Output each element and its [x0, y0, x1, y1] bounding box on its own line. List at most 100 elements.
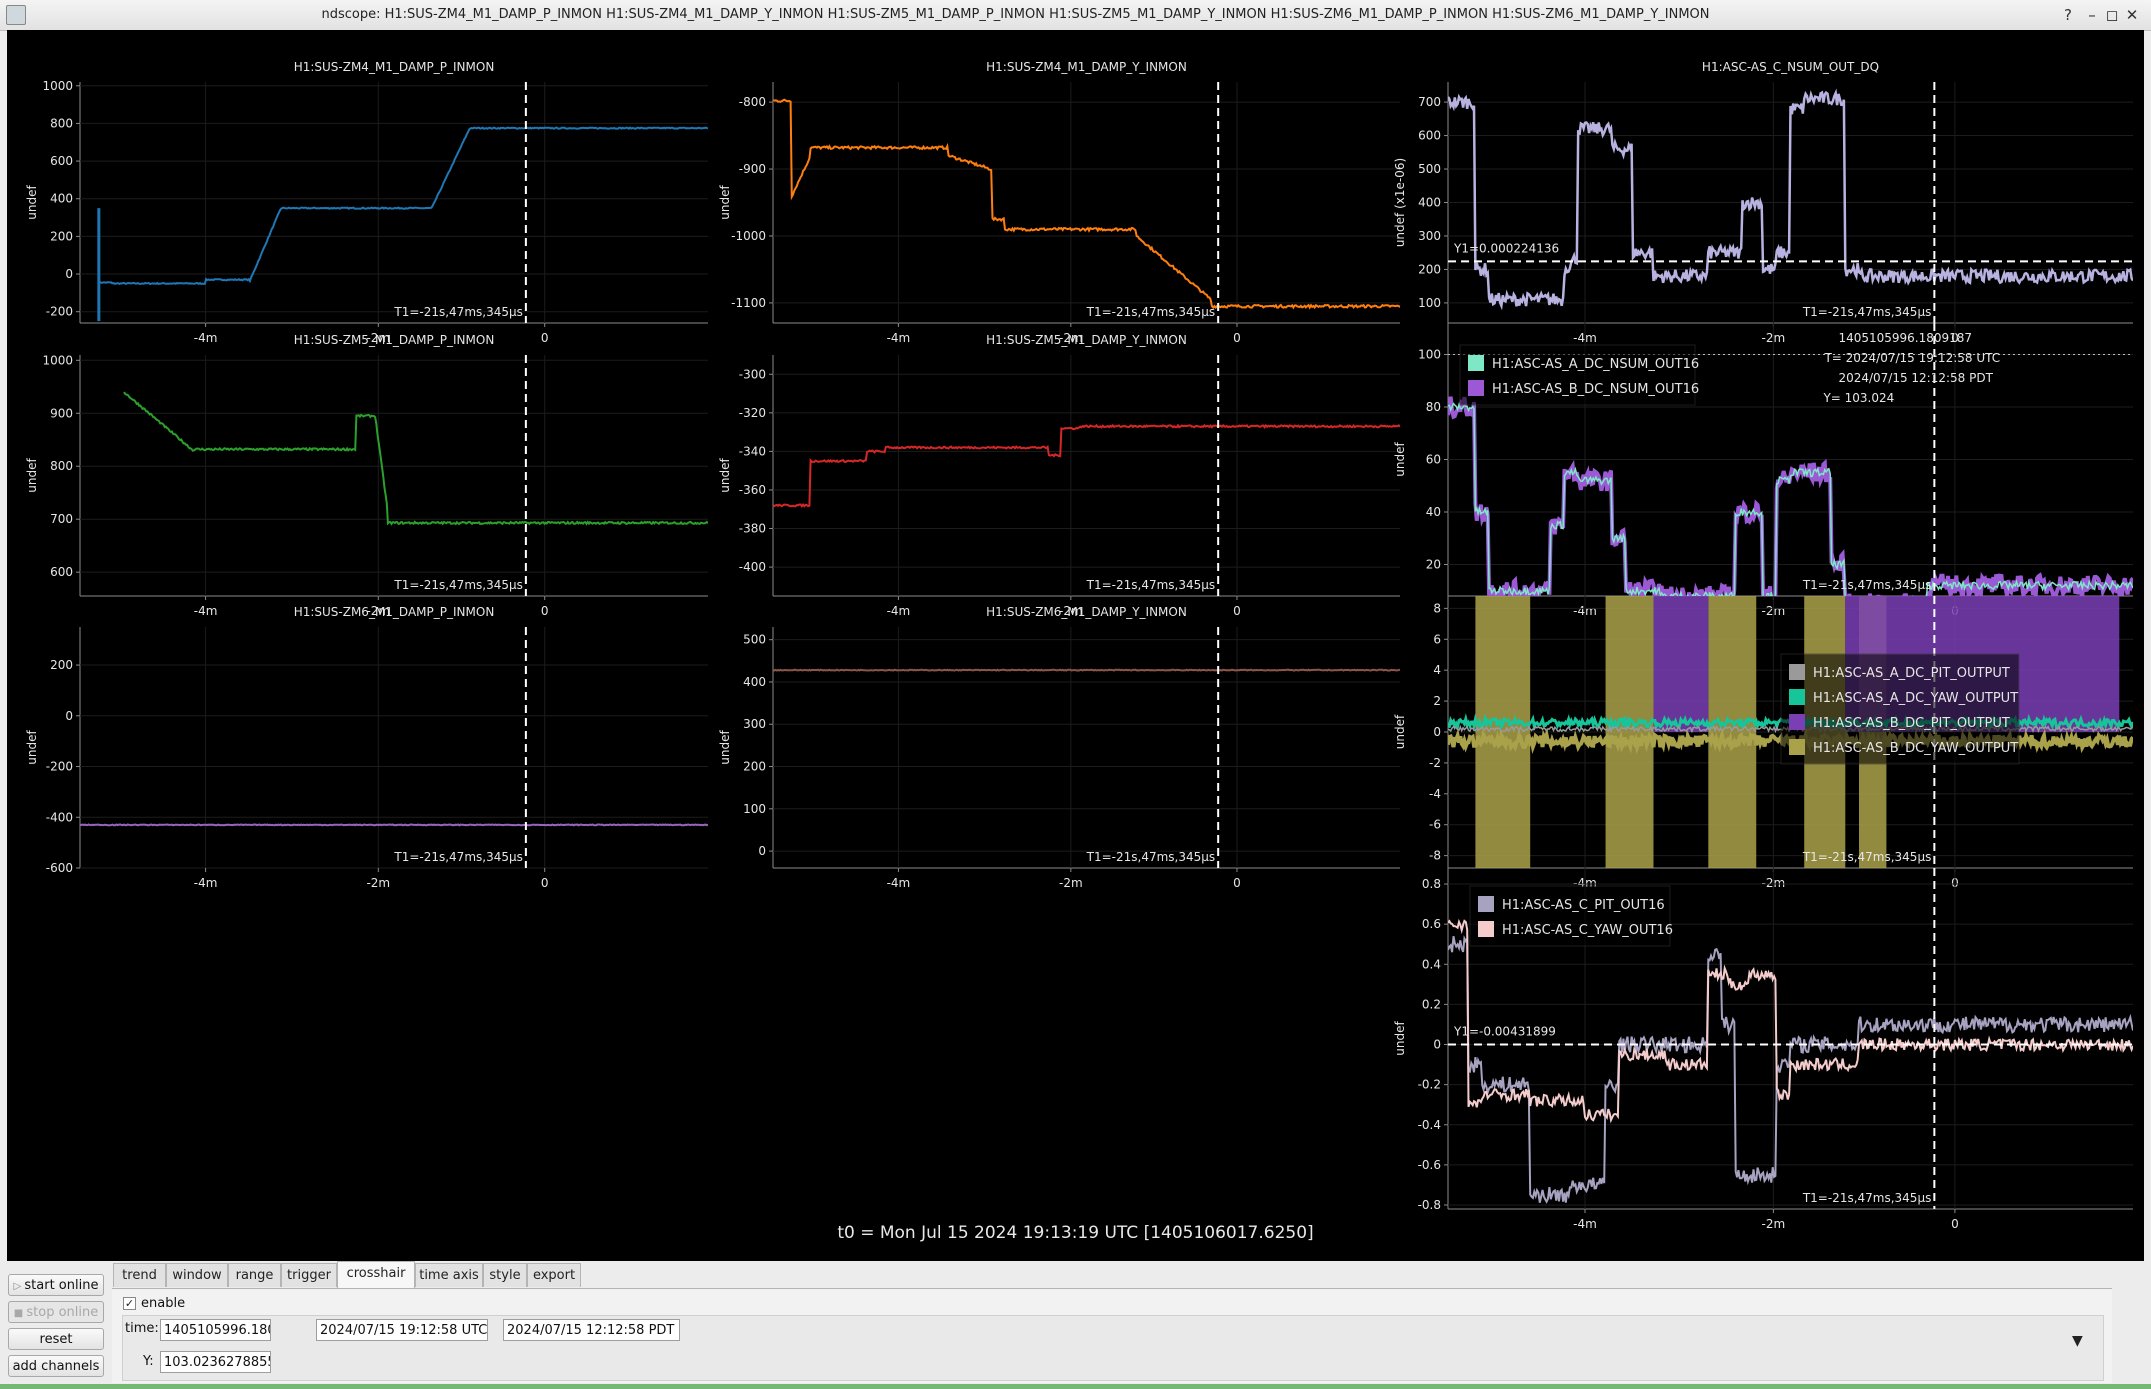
plot-zm4y: H1:SUS-ZM4_M1_DAMP_Y_INMONundef -800 -900 -… — [718, 60, 1400, 345]
y-tick-label: 700 — [50, 512, 73, 526]
y-tick-label: -1000 — [731, 229, 766, 243]
y-tick-label: 1000 — [42, 79, 73, 93]
time-utc-field[interactable]: 2024/07/15 19:12:58 UTC — [316, 1319, 488, 1341]
enable-label: enable — [141, 1296, 186, 1311]
y-tick-label: 6 — [1433, 632, 1441, 646]
y-tick-label: 800 — [50, 116, 73, 130]
y-tick-label: -400 — [739, 560, 766, 574]
y-tick-label: 8 — [1433, 601, 1441, 615]
add-channels-button[interactable]: add channels — [8, 1355, 104, 1377]
close-icon[interactable]: ✕ — [2121, 4, 2143, 26]
plot-traces — [773, 98, 1400, 310]
cursor-label: T1=-21s,47ms,345µs — [393, 305, 523, 319]
y-tick-label: 200 — [743, 760, 766, 774]
y-tick-label: -800 — [739, 95, 766, 109]
plot-canvas[interactable]: H1:SUS-ZM4_M1_DAMP_P_INMONundef100080060… — [7, 30, 2144, 1261]
stop-icon: ■ — [13, 1308, 27, 1319]
x-tick-label: -4m — [887, 876, 911, 890]
y-tick-label: 2 — [1433, 694, 1441, 708]
legend-swatch — [1468, 355, 1484, 371]
plot-title: H1:SUS-ZM6_M1_DAMP_P_INMON — [294, 605, 495, 619]
y-tick-label: 600 — [50, 565, 73, 579]
cursor-label: T1=-21s,47ms,345µs — [1086, 578, 1216, 592]
t0-label: t0 = Mon Jul 15 2024 19:13:19 UTC [14051… — [837, 1223, 1314, 1243]
plot-traces — [123, 391, 708, 526]
tab-trend[interactable]: trend — [113, 1263, 166, 1287]
x-tick-label: -2m — [366, 876, 390, 890]
help-icon[interactable]: ? — [2057, 4, 2079, 26]
time-pdt-field[interactable]: 2024/07/15 12:12:58 PDT — [503, 1319, 680, 1341]
y-tick-label: -0.6 — [1418, 1158, 1441, 1172]
legend-label: H1:ASC-AS_A_DC_PIT_OUTPUT — [1813, 666, 2010, 681]
trace-line — [773, 423, 1400, 509]
plot-title: H1:SUS-ZM5_M1_DAMP_P_INMON — [294, 333, 495, 347]
plot-zm4p: H1:SUS-ZM4_M1_DAMP_P_INMONundef 1000 800 60… — [25, 60, 708, 345]
tab-style[interactable]: style — [483, 1263, 527, 1287]
y-tick-label: 400 — [50, 192, 73, 206]
y-tick-label: -0.8 — [1418, 1198, 1441, 1212]
plot-ascc: undef0.80.60.40.20-0.2-0.4-0.6-0.8-4m -2m… — [1393, 868, 2133, 1231]
crosshair-text: 2024/07/15 12:12:58 PDT — [1838, 371, 1993, 385]
y-tick-label: -4 — [1429, 787, 1441, 801]
tab-trigger[interactable]: trigger — [281, 1263, 337, 1287]
x-tick-label: 0 — [1233, 876, 1241, 890]
y-tick-label: 0.4 — [1422, 957, 1441, 971]
stop-online-button[interactable]: ■ stop online — [8, 1301, 104, 1323]
trace-line — [98, 126, 708, 286]
tab-range[interactable]: range — [228, 1263, 281, 1287]
crosshair-text: 1405105996.1809187 — [1838, 331, 1972, 345]
cursor-label: T1=-21s,47ms,345µs — [393, 578, 523, 592]
y-tick-label: -0.2 — [1418, 1078, 1441, 1092]
collapse-icon[interactable]: ▼ — [2072, 1333, 2083, 1349]
y-tick-label: 900 — [50, 406, 73, 420]
y-axis-label: undef — [25, 730, 39, 765]
crosshair-text: T= 2024/07/15 19:12:58 UTC — [1823, 351, 2000, 365]
cursor-label: T1=-21s,47ms,345µs — [1802, 305, 1932, 319]
tab-time-axis[interactable]: time axis — [415, 1263, 483, 1287]
cursor-label: T1=-21s,47ms,345µs — [1802, 1191, 1932, 1205]
tab-crosshair[interactable]: crosshair — [337, 1261, 415, 1288]
y-tick-label: 0 — [65, 709, 73, 723]
y-tick-label: 100 — [1418, 296, 1441, 310]
y-tick-label: 400 — [1418, 196, 1441, 210]
x-tick-label: -4m — [194, 331, 218, 345]
y-axis-label: undef — [25, 458, 39, 493]
y-axis-label: undef — [1393, 714, 1407, 749]
tab-export[interactable]: export — [527, 1263, 581, 1287]
y-tick-label: 0.8 — [1422, 877, 1441, 891]
cursor-label: T1=-21s,47ms,345µs — [1802, 850, 1932, 864]
y-tick-label: 80 — [1426, 400, 1441, 414]
noise-band — [1605, 596, 1654, 868]
y-value-field[interactable]: 103.02362788551706 — [160, 1351, 271, 1373]
enable-checkbox[interactable]: ✓ — [123, 1297, 136, 1310]
plot-dcnsum: undef10080604020-4m-2m0T1=-21s,47ms,345µ… — [1393, 323, 2133, 618]
plot-zm6p: H1:SUS-ZM6_M1_DAMP_P_INMONundef 200 0 -200 -… — [25, 605, 708, 890]
tab-window[interactable]: window — [166, 1263, 228, 1287]
y-axis-label: undef — [1393, 442, 1407, 477]
y-tick-label: 200 — [1418, 262, 1441, 276]
plot-title: H1:ASC-AS_C_NSUM_OUT_DQ — [1702, 60, 1879, 74]
x-tick-label: 0 — [1233, 604, 1241, 618]
plot-area[interactable]: H1:SUS-ZM4_M1_DAMP_P_INMON undef 1000 800 60… — [7, 30, 2144, 1261]
y-tick-label: 500 — [1418, 162, 1441, 176]
y-tick-label: -1100 — [731, 296, 766, 310]
y-tick-label: 0.6 — [1422, 917, 1441, 931]
x-tick-label: -4m — [887, 604, 911, 618]
legend-label: H1:ASC-AS_B_DC_NSUM_OUT16 — [1492, 382, 1699, 397]
y-tick-label: 100 — [1418, 348, 1441, 362]
y-tick-label: -6 — [1429, 818, 1441, 832]
y-tick-label: 600 — [50, 154, 73, 168]
status-bar — [0, 1384, 2151, 1389]
trace-b-nsum — [1448, 396, 2133, 596]
x-tick-label: -2m — [1059, 876, 1083, 890]
y-tick-label: 20 — [1426, 558, 1441, 572]
start-online-button[interactable]: ▷ start online — [8, 1274, 104, 1296]
y-tick-label: 300 — [1418, 229, 1441, 243]
plot-zm5y: H1:SUS-ZM5_M1_DAMP_Y_INMONundef -300 -320 -… — [718, 333, 1400, 618]
minimize-icon[interactable]: – — [2081, 4, 2103, 26]
time-gps-field[interactable]: 1405105996.1809187 — [160, 1319, 271, 1341]
plot-dcout: undef86420-2-4-6-8-4m-2m0T1=-21s,47ms,34… — [1393, 596, 2133, 890]
maximize-icon[interactable]: ◻ — [2101, 4, 2123, 26]
reset-button[interactable]: reset — [8, 1328, 104, 1350]
y-axis-label: undef — [718, 730, 732, 765]
